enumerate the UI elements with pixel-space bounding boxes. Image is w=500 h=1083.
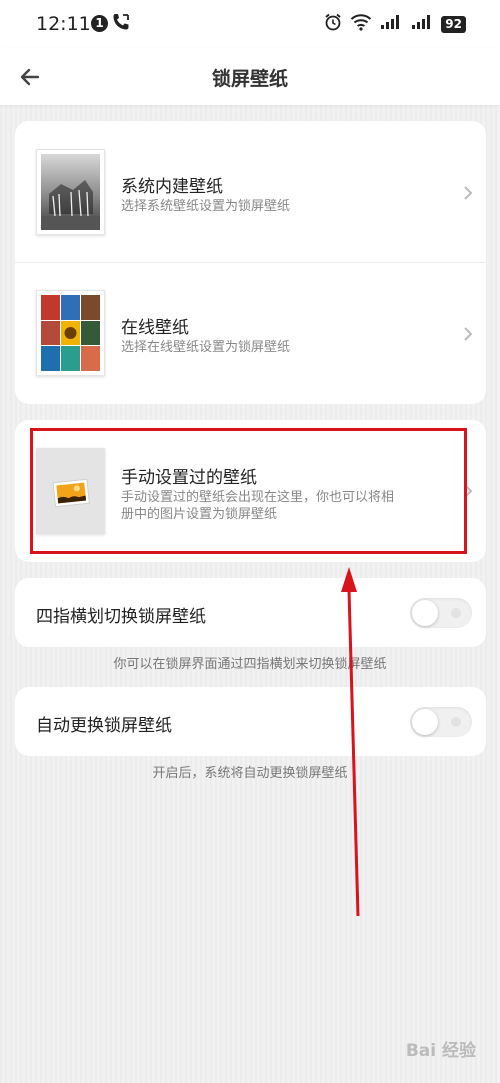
auto-change-toggle[interactable] <box>410 707 472 737</box>
status-bar: 12:11 1 92 <box>0 0 500 48</box>
auto-change-card: 自动更换锁屏壁纸 <box>15 687 486 756</box>
four-finger-swipe-hint: 你可以在锁屏界面通过四指横划来切换锁屏壁纸 <box>113 657 387 672</box>
four-finger-swipe-label: 四指横划切换锁屏壁纸 <box>36 607 206 627</box>
manual-wallpaper-subtitle-line2: 册中的图片设置为锁屏壁纸 <box>121 507 278 522</box>
manual-wallpaper-title: 手动设置过的壁纸 <box>121 468 257 488</box>
chevron-right-icon <box>463 483 473 498</box>
alarm-icon <box>323 12 343 36</box>
system-wallpaper-title: 系统内建壁纸 <box>121 177 223 197</box>
status-time: 12:11 <box>36 13 91 35</box>
wifi-icon <box>350 13 372 35</box>
online-wallpaper-subtitle: 选择在线壁纸设置为锁屏壁纸 <box>121 340 291 355</box>
manual-wallpaper-card[interactable]: 手动设置过的壁纸 手动设置过的壁纸会出现在这里，你也可以将相 册中的图片设置为锁… <box>15 420 486 562</box>
picture-icon <box>36 448 105 534</box>
auto-change-label: 自动更换锁屏壁纸 <box>36 716 172 736</box>
chevron-right-icon <box>463 185 473 200</box>
page-title: 锁屏壁纸 <box>211 68 288 90</box>
manual-wallpaper-subtitle-line1: 手动设置过的壁纸会出现在这里，你也可以将相 <box>121 490 395 505</box>
online-wallpaper-title: 在线壁纸 <box>121 318 189 338</box>
photo-grid-icon <box>36 290 105 376</box>
four-finger-swipe-card: 四指横划切换锁屏壁纸 <box>15 578 486 647</box>
online-wallpaper-item[interactable]: 在线壁纸 选择在线壁纸设置为锁屏壁纸 <box>15 263 486 404</box>
toggle-knob <box>412 600 438 626</box>
status-icons: 92 <box>323 12 466 36</box>
signal-2-icon <box>410 14 434 34</box>
notification-badge: 1 <box>91 15 108 32</box>
auto-change-hint: 开启后，系统将自动更换锁屏壁纸 <box>152 766 348 781</box>
toggle-knob <box>412 709 438 735</box>
app-bar: 锁屏壁纸 <box>0 48 500 105</box>
chevron-right-icon <box>463 326 473 341</box>
toggle-off-indicator <box>451 717 461 727</box>
system-wallpaper-item[interactable]: 系统内建壁纸 选择系统壁纸设置为锁屏壁纸 <box>15 121 486 262</box>
zebra-photo-icon <box>36 149 105 235</box>
wallpaper-sources-card: 系统内建壁纸 选择系统壁纸设置为锁屏壁纸 在线壁纸 选择在线壁纸设置为锁屏壁纸 <box>15 121 486 404</box>
toggle-off-indicator <box>451 608 461 618</box>
system-wallpaper-subtitle: 选择系统壁纸设置为锁屏壁纸 <box>121 199 291 214</box>
signal-1-icon <box>379 14 403 34</box>
four-finger-swipe-toggle[interactable] <box>410 598 472 628</box>
phone-call-icon <box>111 12 131 36</box>
battery-indicator: 92 <box>441 15 466 33</box>
watermark: Bai 经验 <box>405 1041 476 1061</box>
